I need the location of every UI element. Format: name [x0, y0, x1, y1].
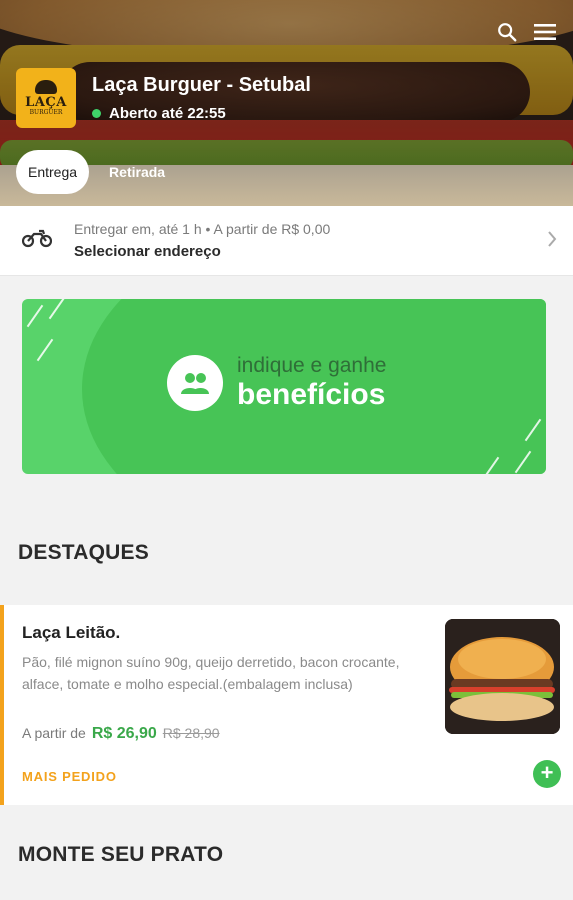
store-status-text: Aberto até 22:55 [109, 105, 226, 122]
tab-retirada[interactable]: Retirada [109, 164, 165, 180]
delivery-address-row[interactable]: Entregar em, até 1 h • A partir de R$ 0,… [0, 206, 573, 276]
price-old: R$ 28,90 [162, 725, 220, 741]
select-address-label: Selecionar endereço [74, 243, 221, 260]
product-price: A partir de R$ 26,90 R$ 28,90 [22, 725, 220, 743]
banner-decor [48, 299, 66, 320]
product-card[interactable]: Laça Leitão. Pão, filé mignon suíno 90g,… [0, 605, 573, 805]
motorcycle-icon [21, 228, 53, 253]
product-image [445, 619, 560, 734]
price-current: R$ 26,90 [91, 725, 157, 742]
logo-text-bottom: BURGUER [29, 109, 63, 116]
banner-line1: indique e ganhe [237, 354, 387, 377]
store-name: Laça Burguer - Setubal [92, 74, 311, 96]
add-to-cart-button[interactable]: + [533, 760, 561, 788]
section-title-destaques: DESTAQUES [18, 541, 149, 564]
menu-icon[interactable] [533, 20, 557, 44]
delivery-info: Entregar em, até 1 h • A partir de R$ 0,… [74, 221, 331, 237]
banner-decor [26, 304, 44, 328]
order-mode-tabs: Entrega Retirada [16, 150, 165, 194]
store-header: LAÇA BURGUER Laça Burguer - Setubal Aber… [0, 0, 573, 206]
burger-logo-icon [35, 80, 57, 94]
people-icon [167, 355, 223, 411]
store-brand: LAÇA BURGUER Laça Burguer - Setubal Aber… [16, 68, 311, 128]
referral-banner[interactable]: indique e ganhe benefícios [22, 299, 546, 474]
store-status: Aberto até 22:55 [92, 105, 311, 122]
logo-text-top: LAÇA [25, 95, 67, 110]
header-actions [495, 20, 557, 44]
card-accent [0, 605, 4, 805]
product-description: Pão, filé mignon suíno 90g, queijo derre… [22, 654, 400, 692]
product-name: Laça Leitão. [22, 623, 121, 642]
most-ordered-badge: MAIS PEDIDO [22, 769, 117, 784]
banner-line2: benefícios [237, 378, 386, 411]
store-logo: LAÇA BURGUER [16, 68, 76, 128]
search-icon[interactable] [495, 20, 519, 44]
banner-decor [36, 338, 54, 362]
open-status-dot [92, 109, 101, 118]
section-title-monte-seu-prato: MONTE SEU PRATO [18, 843, 224, 866]
chevron-right-icon [547, 230, 557, 253]
price-prefix: A partir de [22, 725, 86, 741]
tab-entrega[interactable]: Entrega [16, 150, 90, 194]
